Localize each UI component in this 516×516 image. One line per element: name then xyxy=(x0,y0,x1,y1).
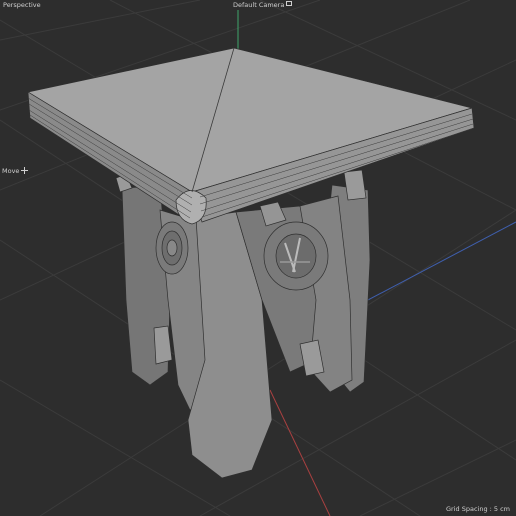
medallion-left xyxy=(155,221,189,275)
move-cross-icon xyxy=(21,167,29,174)
medallion-right xyxy=(263,221,329,291)
table-model[interactable] xyxy=(27,47,475,479)
active-tool-label: Move xyxy=(2,167,29,175)
view-name-label[interactable]: Perspective xyxy=(3,1,41,9)
3d-viewport[interactable]: Perspective Default Camera Move Grid Spa… xyxy=(0,0,516,516)
camera-name[interactable]: Default Camera xyxy=(233,1,284,9)
tool-name: Move xyxy=(2,167,20,175)
bracket-right-back xyxy=(343,169,367,201)
table-top-surface[interactable] xyxy=(27,47,474,193)
camera-label[interactable]: Default Camera xyxy=(233,1,293,9)
viewport-scene[interactable] xyxy=(0,0,516,516)
grid-spacing-label: Grid Spacing : 5 cm xyxy=(446,505,510,513)
x-axis-line xyxy=(269,389,331,516)
camera-icon[interactable] xyxy=(286,1,293,6)
